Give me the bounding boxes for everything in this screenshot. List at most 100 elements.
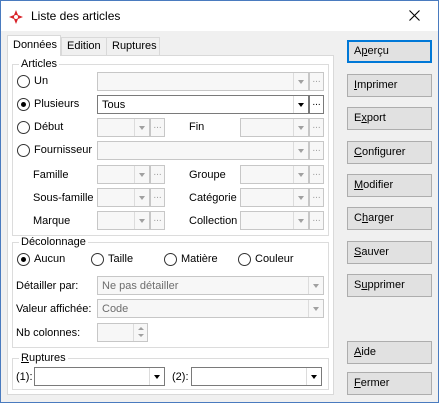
radio-plusieurs[interactable] [17,98,30,111]
label-sous-famille: Sous-famille [33,192,94,204]
title-bar[interactable]: Liste des articles [1,1,438,31]
plusieurs-combo-value: Tous [102,99,126,111]
radio-couleur[interactable] [238,253,251,266]
spin-down-icon[interactable] [138,334,144,337]
fermer-button[interactable]: Fermer [347,372,432,395]
plusieurs-browse-button[interactable]: ... [309,95,324,114]
export-label-rest: port [366,112,386,124]
sauver-label-rest: auver [361,246,389,258]
app-red-icon [8,9,24,25]
charger-label-rest: arger [368,212,394,224]
fin-browse-button[interactable]: ... [309,118,324,137]
tab-edition[interactable]: Edition [61,37,107,55]
marque-combo[interactable] [97,211,150,230]
chevron-down-icon[interactable] [293,96,308,113]
plusieurs-combo[interactable]: Tous [97,95,309,114]
modifier-label-rest: odifier [363,179,394,191]
groupe-browse-button[interactable]: ... [309,165,324,184]
label-categorie: Catégorie [189,192,237,204]
debut-combo[interactable] [97,118,150,137]
valeur-combo[interactable]: Code [97,299,324,318]
rupture-1-combo[interactable] [34,367,165,386]
label-marque: Marque [33,215,71,227]
label-debut: Début [34,121,64,133]
spinner-buttons[interactable] [133,324,147,341]
charger-button[interactable]: Charger [347,207,432,230]
chevron-down-icon[interactable] [293,142,308,159]
label-matiere: Matière [181,253,218,265]
label-plusieurs: Plusieurs [34,98,80,110]
radio-un[interactable] [17,75,30,88]
chevron-down-icon[interactable] [293,189,308,206]
sous-famille-combo[interactable] [97,188,150,207]
collection-browse-button[interactable]: ... [309,211,324,230]
groupe-combo[interactable] [240,165,309,184]
radio-aucun[interactable] [17,253,30,266]
label-un: Un [34,75,49,87]
aide-button[interactable]: Aide [347,341,432,364]
sauver-button[interactable]: Sauver [347,241,432,264]
chevron-down-icon[interactable] [134,189,149,206]
configurer-button[interactable]: Configurer [347,141,432,164]
detailler-combo-value: Ne pas détailler [102,280,179,292]
chevron-down-icon[interactable] [306,368,321,385]
chevron-down-icon[interactable] [293,73,308,90]
nb-colonnes-spinner[interactable] [97,323,148,342]
collection-combo[interactable] [240,211,309,230]
categorie-browse-button[interactable]: ... [309,188,324,207]
fournisseur-combo[interactable] [97,141,309,160]
fermer-label-mnemonic: F [354,377,361,389]
close-button[interactable] [392,1,438,30]
chevron-down-icon[interactable] [308,300,323,317]
export-button[interactable]: Export [347,107,432,130]
ruptures-group-title: Ruptures [19,352,68,364]
famille-browse-button[interactable]: ... [150,165,165,184]
ruptures-group: Ruptures (1): (2): [12,352,329,390]
label-taille: Taille [108,253,134,265]
tab-donnees[interactable]: Données [7,35,61,56]
chevron-down-icon[interactable] [293,166,308,183]
debut-browse-button[interactable]: ... [150,118,165,137]
label-groupe: Groupe [189,169,226,181]
label-rupture-2: (2): [172,371,189,383]
radio-taille[interactable] [91,253,104,266]
radio-debut[interactable] [17,121,30,134]
spin-up-icon[interactable] [138,327,144,330]
famille-combo[interactable] [97,165,150,184]
label-nb-colonnes: Nb colonnes: [16,327,81,339]
radio-matiere[interactable] [164,253,177,266]
label-valeur-affichee: Valeur affichée: [16,303,92,315]
label-famille: Famille [33,169,69,181]
sous-famille-browse-button[interactable]: ... [150,188,165,207]
modifier-button[interactable]: Modifier [347,174,432,197]
label-rupture-1: (1): [16,371,33,383]
radio-fournisseur[interactable] [17,144,30,157]
supprimer-button[interactable]: Supprimer [347,274,432,297]
label-aucun: Aucun [34,253,66,265]
tab-ruptures[interactable]: Ruptures [106,37,160,55]
un-browse-button[interactable]: ... [309,72,324,91]
chevron-down-icon[interactable] [134,166,149,183]
chevron-down-icon[interactable] [308,277,323,294]
imprimer-label-rest: mprimer [357,79,398,91]
chevron-down-icon[interactable] [293,119,308,136]
chevron-down-icon[interactable] [149,368,164,385]
fin-combo[interactable] [240,118,309,137]
aide-label-rest: ide [361,346,377,358]
label-fin: Fin [189,121,205,133]
apercu-label-rest: erçu [367,45,389,57]
categorie-combo[interactable] [240,188,309,207]
supprimer-label-rest: pprimer [367,279,405,291]
imprimer-button[interactable]: Imprimer [347,74,432,97]
detailler-combo[interactable]: Ne pas détailler [97,276,324,295]
chevron-down-icon[interactable] [134,212,149,229]
chevron-down-icon[interactable] [293,212,308,229]
configurer-label-mnemonic: C [354,146,362,158]
chevron-down-icon[interactable] [134,119,149,136]
fournisseur-browse-button[interactable]: ... [309,141,324,160]
decolonnage-group-title: Décolonnage [19,236,88,248]
rupture-2-combo[interactable] [191,367,322,386]
un-combo[interactable] [97,72,309,91]
apercu-button[interactable]: Aperçu [347,40,432,63]
marque-browse-button[interactable]: ... [150,211,165,230]
